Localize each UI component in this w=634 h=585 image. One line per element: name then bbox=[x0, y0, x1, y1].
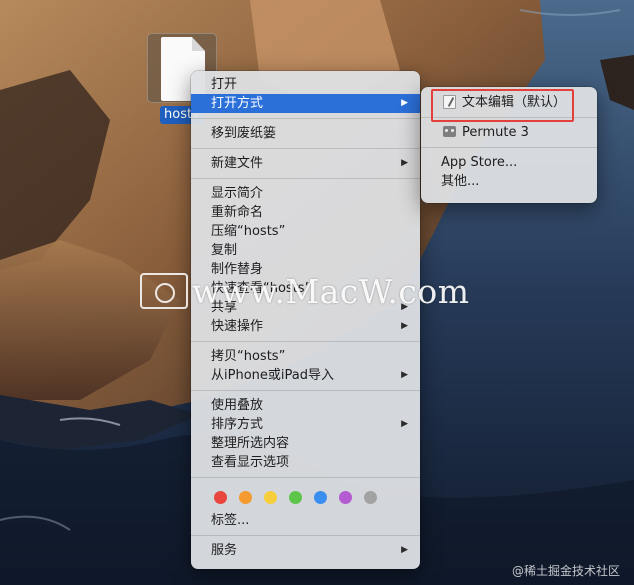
submenu-item-other[interactable]: 其他... bbox=[421, 172, 597, 191]
menu-item-open[interactable]: 打开 bbox=[191, 75, 420, 94]
page-fold bbox=[192, 37, 205, 51]
menu-separator bbox=[421, 147, 597, 148]
menu-item-show-view-options[interactable]: 查看显示选项 bbox=[191, 453, 420, 472]
source-credit: @稀土掘金技术社区 bbox=[511, 564, 620, 578]
menu-item-get-info[interactable]: 显示简介 bbox=[191, 184, 420, 203]
menu-item-share[interactable]: 共享 ▶ bbox=[191, 298, 420, 317]
submenu-item-textedit[interactable]: 文本编辑（默认） bbox=[421, 93, 597, 112]
menu-item-label: 拷贝“hosts” bbox=[211, 349, 286, 364]
open-with-submenu: 文本编辑（默认） Permute 3 App Store... 其他... bbox=[421, 87, 597, 203]
menu-item-label: 其他... bbox=[441, 174, 480, 189]
menu-separator bbox=[191, 535, 420, 536]
menu-item-label: 打开方式 bbox=[211, 96, 264, 111]
menu-item-label: 服务 bbox=[211, 543, 238, 558]
menu-item-label: 显示简介 bbox=[211, 186, 264, 201]
menu-separator bbox=[191, 178, 420, 179]
submenu-arrow-icon: ▶ bbox=[401, 545, 408, 555]
menu-item-label: 快速操作 bbox=[211, 319, 264, 334]
menu-item-label: 压缩“hosts” bbox=[211, 224, 286, 239]
menu-item-label: 整理所选内容 bbox=[211, 436, 290, 451]
menu-item-label: Permute 3 bbox=[462, 125, 529, 140]
tag-color-row bbox=[191, 483, 420, 511]
menu-item-move-to-trash[interactable]: 移到废纸篓 bbox=[191, 124, 420, 143]
menu-item-use-stacks[interactable]: 使用叠放 bbox=[191, 396, 420, 415]
menu-item-label: 从iPhone或iPad导入 bbox=[211, 368, 334, 383]
submenu-item-app-store[interactable]: App Store... bbox=[421, 153, 597, 172]
color-tag-dot[interactable] bbox=[264, 490, 277, 504]
menu-item-label: 排序方式 bbox=[211, 417, 264, 432]
menu-item-label: 制作替身 bbox=[211, 262, 264, 277]
menu-item-label: 快速查看“hosts” bbox=[211, 281, 312, 296]
submenu-arrow-icon: ▶ bbox=[401, 370, 408, 380]
menu-item-new-file[interactable]: 新建文件 ▶ bbox=[191, 154, 420, 173]
menu-item-open-with[interactable]: 打开方式 ▶ bbox=[191, 94, 420, 113]
menu-item-label: 重新命名 bbox=[211, 205, 264, 220]
submenu-arrow-icon: ▶ bbox=[401, 302, 408, 312]
textedit-icon bbox=[443, 94, 456, 109]
color-tag-dot[interactable] bbox=[339, 490, 352, 504]
menu-separator bbox=[191, 341, 420, 342]
submenu-arrow-icon: ▶ bbox=[401, 98, 408, 108]
menu-item-sort-by[interactable]: 排序方式 ▶ bbox=[191, 415, 420, 434]
submenu-arrow-icon: ▶ bbox=[401, 158, 408, 168]
menu-item-label: 文本编辑（默认） bbox=[462, 95, 567, 110]
menu-item-clean-up-selection[interactable]: 整理所选内容 bbox=[191, 434, 420, 453]
menu-item-label: 新建文件 bbox=[211, 156, 264, 171]
menu-item-import-from-iphone[interactable]: 从iPhone或iPad导入 ▶ bbox=[191, 366, 420, 385]
menu-separator bbox=[191, 390, 420, 391]
menu-separator bbox=[191, 148, 420, 149]
menu-item-quick-actions[interactable]: 快速操作 ▶ bbox=[191, 317, 420, 336]
menu-item-rename[interactable]: 重新命名 bbox=[191, 203, 420, 222]
menu-item-services[interactable]: 服务 ▶ bbox=[191, 541, 420, 560]
menu-item-compress[interactable]: 压缩“hosts” bbox=[191, 222, 420, 241]
color-tag-dot[interactable] bbox=[314, 490, 327, 504]
menu-item-label: App Store... bbox=[441, 155, 518, 170]
menu-item-label: 标签... bbox=[211, 513, 250, 528]
menu-item-label: 使用叠放 bbox=[211, 398, 264, 413]
menu-separator bbox=[191, 477, 420, 478]
menu-item-label: 共享 bbox=[211, 300, 238, 315]
menu-separator bbox=[421, 117, 597, 118]
menu-item-label: 打开 bbox=[211, 77, 238, 92]
permute-icon bbox=[443, 126, 456, 137]
context-menu: 打开 打开方式 ▶ 移到废纸篓 新建文件 ▶ 显示简介 重新命名 压缩“host… bbox=[191, 71, 420, 569]
color-tag-dot[interactable] bbox=[214, 490, 227, 504]
menu-item-make-alias[interactable]: 制作替身 bbox=[191, 260, 420, 279]
submenu-item-permute[interactable]: Permute 3 bbox=[421, 123, 597, 142]
menu-item-label: 移到废纸篓 bbox=[211, 126, 277, 141]
color-tag-dot[interactable] bbox=[239, 490, 252, 504]
menu-item-quick-look[interactable]: 快速查看“hosts” bbox=[191, 279, 420, 298]
menu-item-label: 复制 bbox=[211, 243, 238, 258]
menu-separator bbox=[191, 118, 420, 119]
menu-item-copy[interactable]: 拷贝“hosts” bbox=[191, 347, 420, 366]
menu-item-label: 查看显示选项 bbox=[211, 455, 290, 470]
menu-item-tags[interactable]: 标签... bbox=[191, 511, 420, 530]
submenu-arrow-icon: ▶ bbox=[401, 419, 408, 429]
menu-item-duplicate[interactable]: 复制 bbox=[191, 241, 420, 260]
color-tag-dot[interactable] bbox=[364, 490, 377, 504]
color-tag-dot[interactable] bbox=[289, 490, 302, 504]
submenu-arrow-icon: ▶ bbox=[401, 321, 408, 331]
